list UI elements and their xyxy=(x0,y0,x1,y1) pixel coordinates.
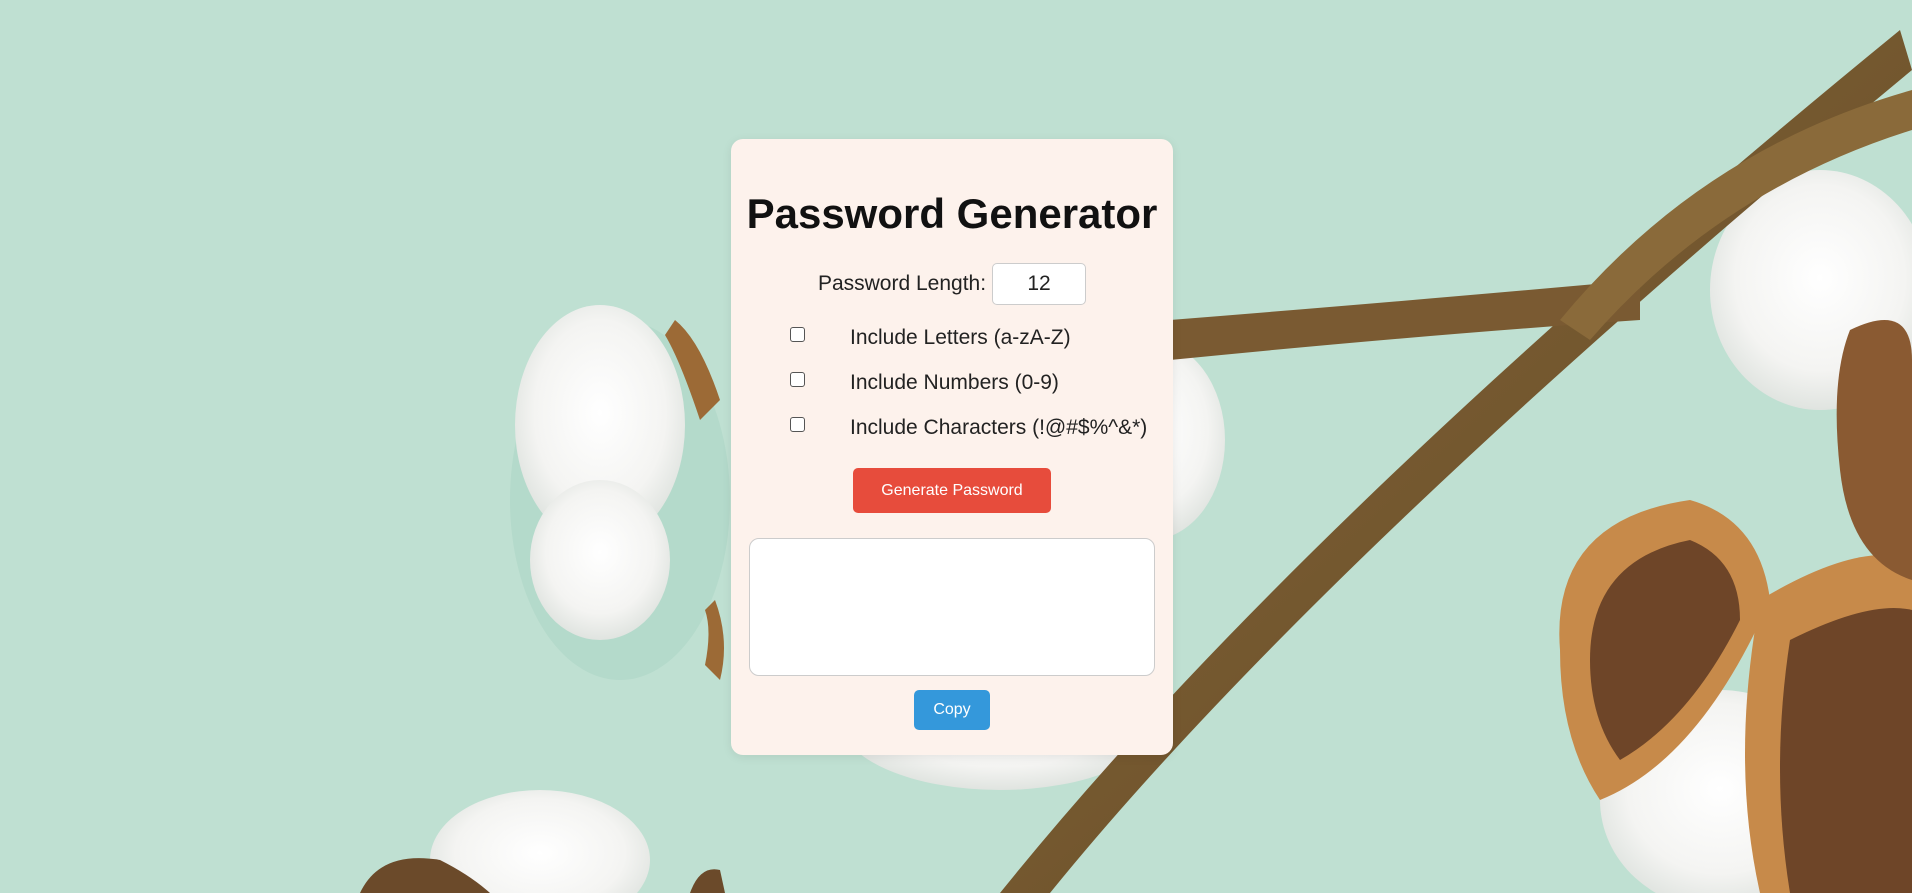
page-title: Password Generator xyxy=(746,190,1158,237)
password-generator-card: Password Generator Password Length: Incl… xyxy=(731,139,1173,755)
password-length-row: Password Length: xyxy=(731,263,1173,305)
password-output[interactable] xyxy=(749,538,1155,676)
password-length-input[interactable] xyxy=(992,263,1087,305)
option-letters[interactable]: Include Letters (a-zA-Z) xyxy=(790,326,1071,350)
option-numbers[interactable]: Include Numbers (0-9) xyxy=(790,371,1059,395)
generate-password-button[interactable]: Generate Password xyxy=(853,468,1051,513)
numbers-label: Include Numbers (0-9) xyxy=(850,371,1059,394)
copy-button[interactable]: Copy xyxy=(914,690,990,730)
characters-checkbox[interactable] xyxy=(790,416,805,432)
numbers-checkbox[interactable] xyxy=(790,371,805,387)
characters-label: Include Characters (!@#$%^&*) xyxy=(850,416,1148,439)
option-characters[interactable]: Include Characters (!@#$%^&*) xyxy=(790,416,1147,440)
letters-label: Include Letters (a-zA-Z) xyxy=(850,326,1071,349)
letters-checkbox[interactable] xyxy=(790,326,805,342)
password-length-label: Password Length: xyxy=(817,272,987,295)
